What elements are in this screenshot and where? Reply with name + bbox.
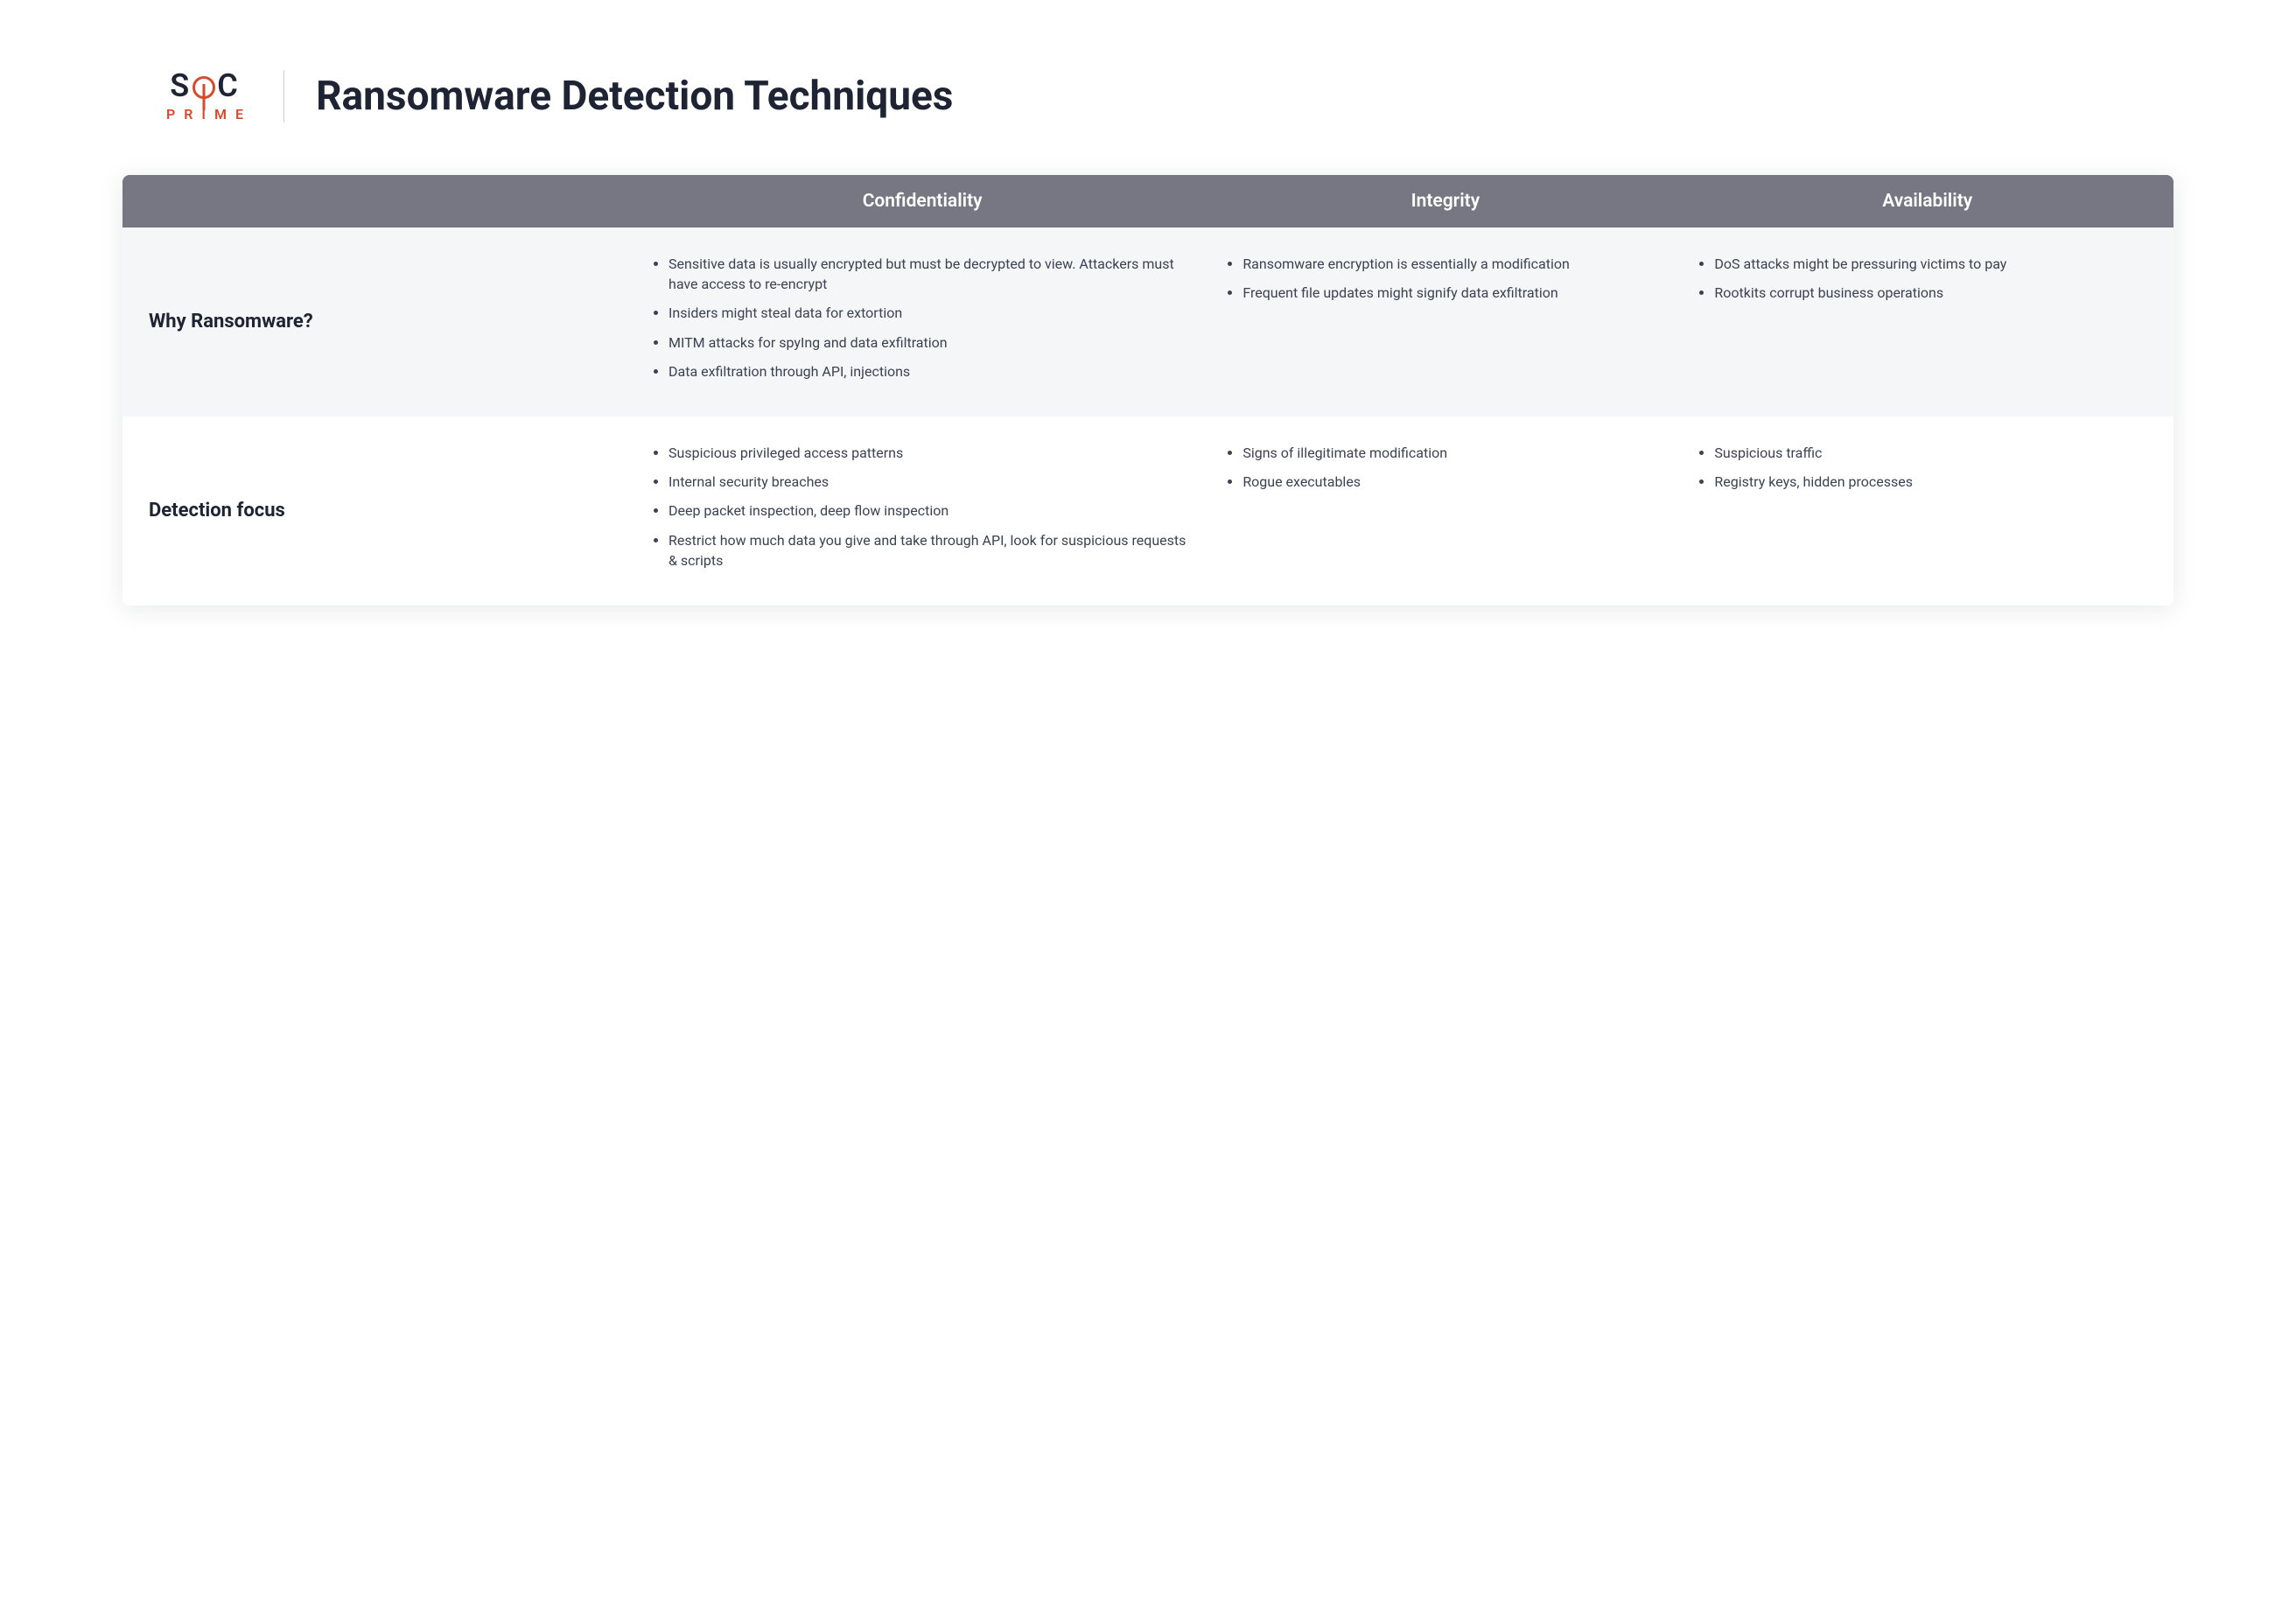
bullet-list: Suspicious traffic Registry keys, hidden …	[1690, 443, 2156, 492]
page-title: Ransomware Detection Techniques	[316, 73, 953, 120]
list-item: Internal security breaches	[668, 472, 1192, 492]
table-cell: Sensitive data is usually encrypted but …	[635, 228, 1209, 416]
table-cell: Suspicious traffic Registry keys, hidden …	[1681, 416, 2174, 606]
list-item: Rootkits corrupt business operations	[1714, 283, 2156, 303]
list-item: Sensitive data is usually encrypted but …	[668, 254, 1192, 294]
table-body: Why Ransomware? Sensitive data is usually…	[122, 228, 2174, 606]
list-item: Rogue executables	[1242, 472, 1663, 492]
logo-letter-s: S	[170, 72, 191, 100]
list-item: Signs of illegitimate modification	[1242, 443, 1663, 463]
list-item: Ransomware encryption is essentially a m…	[1242, 254, 1663, 274]
table-header-row: Confidentiality Integrity Availability	[122, 175, 2174, 228]
bullet-list: DoS attacks might be pressuring victims …	[1690, 254, 2156, 303]
list-item: Restrict how much data you give and take…	[668, 530, 1192, 570]
logo-o-icon	[192, 76, 215, 99]
list-item: Deep packet inspection, deep flow inspec…	[668, 500, 1192, 521]
logo-subtext: PRIME	[166, 108, 252, 121]
logo-letter-c: C	[217, 72, 240, 100]
col-header-availability: Availability	[1681, 175, 2174, 228]
table-cell: DoS attacks might be pressuring victims …	[1681, 228, 2174, 416]
techniques-table: Confidentiality Integrity Availability W…	[122, 175, 2174, 606]
list-item: Frequent file updates might signify data…	[1242, 283, 1663, 303]
bullet-list: Suspicious privileged access patterns Int…	[644, 443, 1192, 570]
col-header-integrity: Integrity	[1209, 175, 1681, 228]
row-label: Why Ransomware?	[122, 228, 635, 416]
list-item: Suspicious traffic	[1714, 443, 2156, 463]
logo-top: S C	[170, 72, 240, 100]
bullet-list: Sensitive data is usually encrypted but …	[644, 254, 1192, 382]
list-item: Data exfiltration through API, injection…	[668, 361, 1192, 382]
bullet-list: Ransomware encryption is essentially a m…	[1218, 254, 1663, 303]
table-card: Confidentiality Integrity Availability W…	[122, 175, 2174, 606]
table-row: Why Ransomware? Sensitive data is usually…	[122, 228, 2174, 416]
list-item: Insiders might steal data for extortion	[668, 303, 1192, 323]
table-cell: Ransomware encryption is essentially a m…	[1209, 228, 1681, 416]
logo-socprime: S C PRIME	[158, 72, 252, 122]
list-item: MITM attacks for spyIng and data exfiltr…	[668, 332, 1192, 353]
col-header-confidentiality: Confidentiality	[635, 175, 1209, 228]
list-item: DoS attacks might be pressuring victims …	[1714, 254, 2156, 274]
list-item: Suspicious privileged access patterns	[668, 443, 1192, 463]
table-cell: Suspicious privileged access patterns Int…	[635, 416, 1209, 606]
list-item: Registry keys, hidden processes	[1714, 472, 2156, 492]
bullet-list: Signs of illegitimate modification Rogue …	[1218, 443, 1663, 492]
row-label: Detection focus	[122, 416, 635, 606]
table-row: Detection focusSuspicious privileged acc…	[122, 416, 2174, 606]
table-cell: Signs of illegitimate modification Rogue …	[1209, 416, 1681, 606]
header: S C PRIME Ransomware Detection Technique…	[122, 70, 2174, 122]
col-header-empty	[122, 175, 635, 228]
